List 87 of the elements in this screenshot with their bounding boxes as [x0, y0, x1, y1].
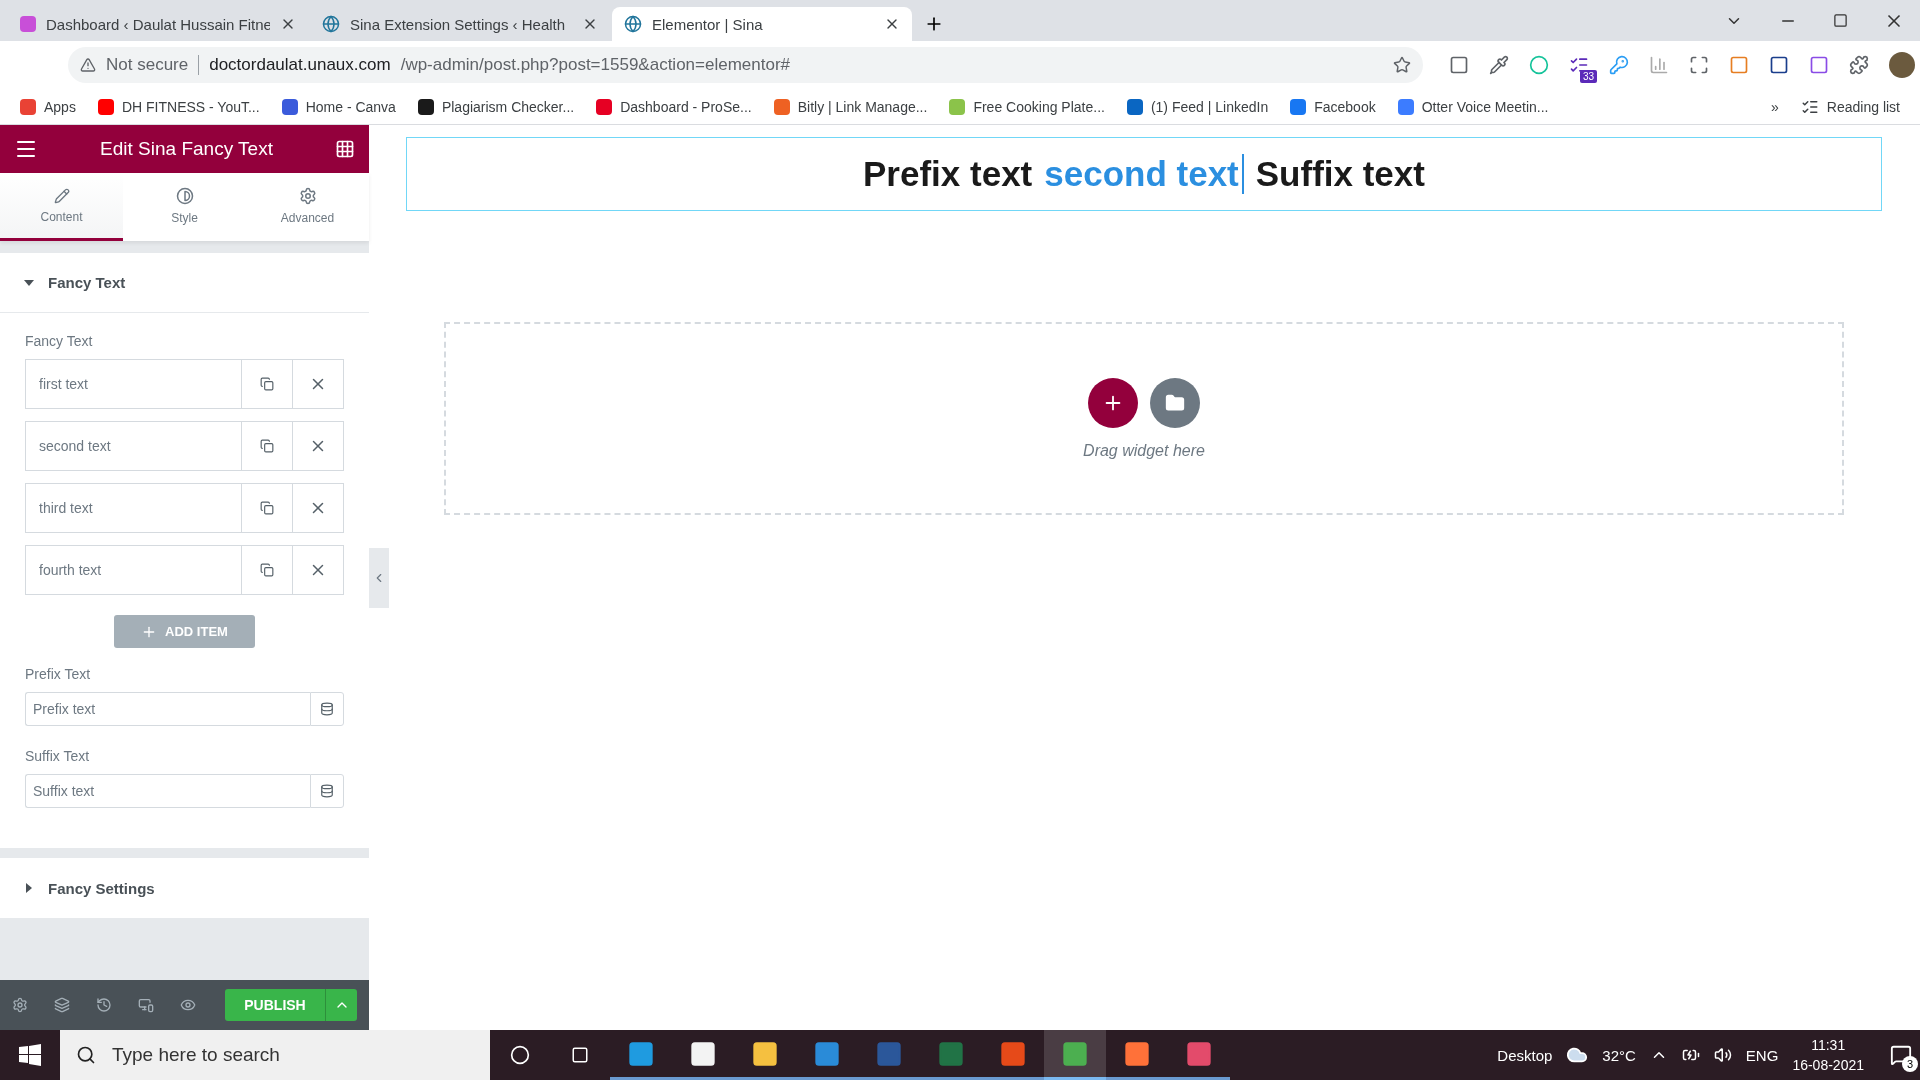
panel-tab[interactable]: Advanced — [246, 173, 369, 241]
history-icon[interactable] — [96, 997, 112, 1013]
url-path: /wp-admin/post.php?post=1559&action=elementor# — [400, 55, 792, 75]
bookmark[interactable]: (1) Feed | LinkedIn — [1126, 98, 1269, 115]
volume-icon[interactable] — [1713, 1046, 1732, 1064]
database-icon — [320, 784, 334, 798]
app-icon — [1123, 1039, 1151, 1068]
dynamic-tags-button[interactable] — [310, 774, 344, 808]
pencil-icon — [53, 187, 70, 204]
windows-icon — [19, 1044, 41, 1066]
bookmark[interactable]: Facebook — [1290, 98, 1376, 115]
star-icon[interactable] — [1393, 56, 1411, 74]
bookmark[interactable]: Home - Canva — [281, 98, 396, 115]
extension-icon[interactable] — [1769, 55, 1789, 75]
app-icon — [751, 1039, 779, 1068]
eye-icon[interactable] — [180, 997, 196, 1013]
copy-icon — [260, 439, 274, 453]
template-button[interactable] — [1150, 377, 1200, 428]
security-label: Not secure — [106, 55, 189, 75]
fancy-text-widget[interactable]: Prefix text second text Suffix text — [406, 137, 1882, 211]
bookmark[interactable]: Plagiarism Checker... — [417, 98, 575, 115]
language-indicator[interactable]: ENG — [1745, 1046, 1779, 1064]
site-icon — [20, 16, 36, 32]
notification-icon[interactable] — [1890, 1044, 1912, 1066]
text-field[interactable]: Prefix text — [25, 692, 310, 726]
warning-icon — [80, 57, 96, 73]
copy-icon — [260, 563, 274, 577]
search-icon — [76, 1045, 96, 1065]
search-field[interactable]: Type here to search — [60, 1030, 490, 1080]
browser-tab[interactable]: Elementor | Sina — [612, 7, 912, 41]
more-bookmarks[interactable]: » — [1771, 98, 1779, 115]
extension-icon[interactable] — [1809, 55, 1829, 75]
app-icon — [937, 1039, 965, 1068]
folder-icon — [1165, 392, 1185, 413]
panel-tab[interactable]: Style — [123, 173, 246, 241]
fancy-text: second text — [1044, 154, 1244, 194]
clock[interactable]: 11:31 16-08-2021 — [1792, 1035, 1864, 1075]
app-icon — [875, 1039, 903, 1068]
desktop-toolbar[interactable]: Desktop — [1497, 1046, 1553, 1064]
gear-icon[interactable] — [12, 997, 28, 1013]
suffix-text: Suffix text — [1255, 154, 1425, 194]
task-view-icon — [571, 1046, 589, 1064]
address-bar[interactable]: Not secure doctordaulat.unaux.com /wp-admin/post.php?post=1559&action=elementor# — [68, 47, 1423, 83]
responsive-icon[interactable] — [138, 997, 154, 1013]
temperature: 32°C — [1602, 1046, 1636, 1064]
app-icon — [627, 1039, 655, 1068]
expand-icon[interactable] — [1689, 55, 1709, 75]
database-icon — [320, 702, 334, 716]
text-field[interactable]: Suffix text — [25, 774, 310, 808]
bookmark[interactable]: Otter Voice Meetin... — [1397, 98, 1549, 115]
url-host: doctordaulat.unaux.com — [209, 55, 391, 75]
prefix-text: Prefix text — [863, 154, 1033, 194]
app-icon — [813, 1039, 841, 1068]
grid-icon[interactable] — [335, 139, 355, 159]
drop-hint: Drag widget here — [1083, 441, 1205, 460]
browser-tab[interactable]: Sina Extension Settings ‹ Health — [310, 7, 610, 41]
circle-icon — [510, 1045, 530, 1065]
extension-icon[interactable] — [1449, 55, 1469, 75]
bookmark[interactable]: Free Cooking Plate... — [949, 98, 1105, 115]
control-label: Fancy Text — [25, 333, 94, 349]
gear-icon — [298, 186, 317, 205]
extension-badge: 33 — [1579, 70, 1597, 83]
control-label: Suffix Text — [25, 748, 91, 764]
puzzle-icon[interactable] — [1849, 55, 1869, 75]
app-icon — [999, 1039, 1027, 1068]
restore-icon[interactable] — [1833, 13, 1848, 28]
copy-icon — [260, 501, 274, 515]
control-label: Prefix Text — [25, 666, 92, 682]
app-icon — [1061, 1039, 1089, 1068]
add-section-button[interactable] — [1088, 377, 1138, 428]
app-icon — [1185, 1039, 1213, 1068]
bookmark[interactable]: DH FITNESS - YouT... — [97, 98, 260, 115]
bookmark[interactable]: Apps — [20, 98, 76, 115]
panel-tab[interactable]: Content — [0, 173, 123, 241]
eyedropper-icon[interactable] — [1489, 55, 1509, 75]
dynamic-tags-button[interactable] — [310, 692, 344, 726]
key-icon[interactable] — [1609, 55, 1629, 75]
contrast-icon — [175, 186, 194, 205]
copy-icon — [260, 377, 274, 391]
reading-list[interactable]: Reading list — [1800, 97, 1900, 116]
notification-count: 3 — [1902, 1056, 1918, 1072]
layers-icon[interactable] — [54, 997, 70, 1013]
panel-title: Edit Sina Fancy Text — [100, 138, 273, 160]
avatar[interactable] — [1889, 52, 1915, 78]
app-icon — [689, 1039, 717, 1068]
bookmark[interactable]: Bitly | Link Manage... — [773, 98, 928, 115]
bookmark[interactable]: Dashboard - ProSe... — [596, 98, 752, 115]
